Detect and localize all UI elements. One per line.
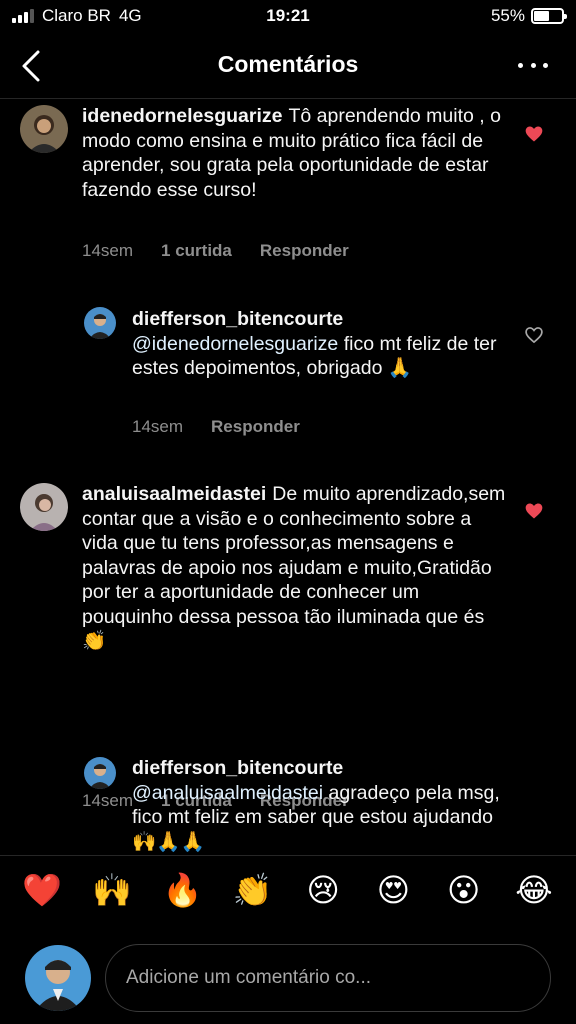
comment-time: 14sem <box>82 241 134 260</box>
battery-icon <box>531 8 567 24</box>
reply-button[interactable]: Responder <box>211 417 300 437</box>
comment-text: idenedornelesguarize Tô aprendendo muito … <box>82 104 507 202</box>
header: Comentários <box>0 38 576 94</box>
avatar[interactable] <box>84 307 116 339</box>
comment-time: 14sem <box>132 417 184 436</box>
more-horizontal-icon <box>518 62 523 68</box>
comment-username[interactable]: diefferson_bitencourte <box>132 308 343 330</box>
reaction-divider <box>0 855 576 856</box>
reaction-heart-emoji[interactable]: ❤️ <box>22 870 62 910</box>
reply-button[interactable]: Responder <box>260 241 349 261</box>
reaction-surprised-emoji[interactable]: 😮 <box>444 870 484 910</box>
clock: 19:21 <box>266 6 310 25</box>
reaction-fire-emoji[interactable]: 🔥 <box>163 870 203 910</box>
comment-meta: 14sem 1 curtida Responder <box>82 241 349 261</box>
comments-list[interactable]: idenedornelesguarize Tô aprendendo muito … <box>0 99 576 855</box>
battery-percent: 55% <box>490 6 525 25</box>
reaction-heart-eyes-emoji[interactable]: 😍 <box>373 870 413 910</box>
reaction-laughing-emoji[interactable]: 😂 <box>514 870 554 910</box>
avatar[interactable] <box>20 483 68 531</box>
heart-filled-icon[interactable] <box>524 501 544 521</box>
more-options-button[interactable] <box>518 50 548 80</box>
status-right: 55% <box>490 6 567 26</box>
reaction-crying-emoji[interactable]: 😢 <box>303 870 343 910</box>
reaction-clapping-emoji[interactable]: 👏 <box>233 870 273 910</box>
comment-content: De muito aprendizado,sem contar que a vi… <box>82 483 506 652</box>
mention-link[interactable]: @analuisaalmeidastei <box>132 782 323 804</box>
comment-input[interactable] <box>105 944 551 1012</box>
avatar[interactable] <box>20 105 68 153</box>
comment-text: diefferson_bitencourte @analuisaalmeidast… <box>132 756 502 854</box>
comment-username[interactable]: diefferson_bitencourte <box>132 757 343 779</box>
comment-text: analuisaalmeidastei De muito aprendizado,… <box>82 482 507 654</box>
heart-filled-icon[interactable] <box>524 124 544 144</box>
page-title: Comentários <box>217 51 359 77</box>
comment-text: diefferson_bitencourte @idenedornelesguar… <box>132 307 502 381</box>
quick-reactions-bar: ❤️ 🙌 🔥 👏 😢 😍 😮 😂 <box>0 870 576 926</box>
heart-outline-icon[interactable] <box>524 325 544 345</box>
reaction-raising-hands-emoji[interactable]: 🙌 <box>92 870 132 910</box>
mention-link[interactable]: @idenedornelesguarize <box>132 333 338 355</box>
avatar[interactable] <box>84 757 116 789</box>
comment-meta: 14sem Responder <box>132 417 300 437</box>
comment-username[interactable]: idenedornelesguarize <box>82 105 282 127</box>
current-user-avatar[interactable] <box>25 945 91 1011</box>
comment-time: 14sem <box>82 791 134 810</box>
status-bar: Claro BR 4G 19:21 55% <box>0 0 576 34</box>
comment-username[interactable]: analuisaalmeidastei <box>82 483 266 505</box>
likes-count[interactable]: 1 curtida <box>161 241 232 261</box>
